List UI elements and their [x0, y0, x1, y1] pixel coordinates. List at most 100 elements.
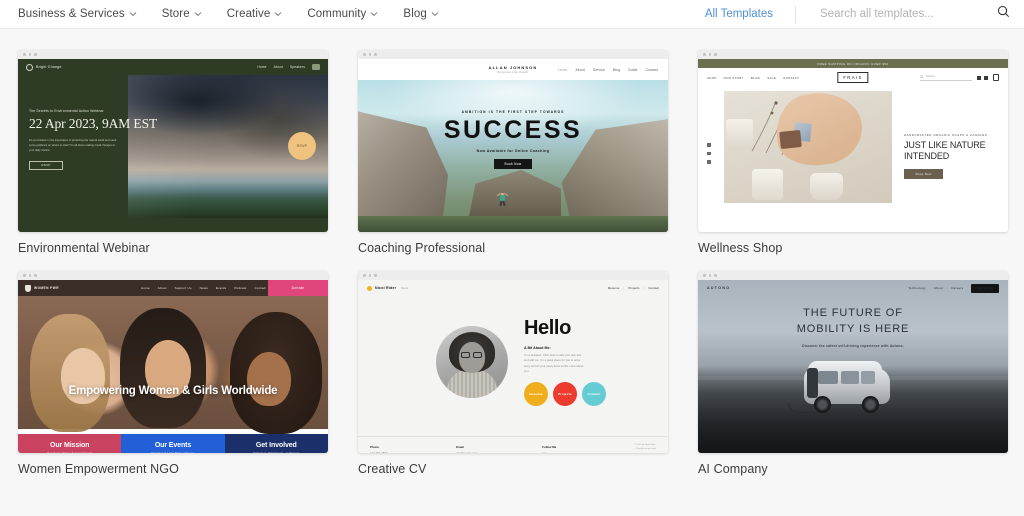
nav-item-business-services[interactable]: Business & Services	[18, 8, 137, 20]
nav-item-label: Creative	[226, 8, 271, 20]
chrome-dot	[703, 53, 706, 56]
chrome-dot	[368, 53, 371, 56]
preview-nav-item: Technology	[908, 286, 926, 290]
hero-headline-line-2: MOBILITY IS HERE	[796, 322, 910, 335]
dot-icon	[367, 285, 372, 291]
preview-nav-item: Blog	[612, 67, 621, 72]
charging-cable	[788, 403, 814, 413]
template-grid: Bright Change Home About Speakers The Se…	[18, 29, 1024, 476]
soap-bar	[779, 129, 802, 150]
hero-section: HANDCRAFTED ORGANIC SOAPS & CANDLES JUST…	[698, 87, 1008, 209]
browser-chrome-bar	[698, 50, 1008, 59]
footer-value: info@mysite.com	[456, 450, 478, 454]
template-caption: AI Company	[698, 462, 768, 476]
brand-tagline: Personal Life Coach	[497, 71, 529, 75]
chrome-dot	[374, 53, 377, 56]
footer-label: Phone	[370, 444, 379, 449]
preview-nav-item: Podcast	[234, 286, 247, 290]
chrome-dot	[34, 53, 37, 56]
preview-nav-item: CONTACT	[783, 75, 800, 80]
shop-now-button: Shop Now	[904, 169, 943, 180]
cta-bar-subtitle: Register & Help Make Change	[151, 450, 195, 454]
preview-nav-item: Resume	[607, 286, 620, 290]
hero-copy: AMBITION IS THE FIRST STEP TOWARDS SUCCE…	[358, 110, 668, 169]
chrome-dot	[363, 274, 366, 277]
leaf-icon	[26, 63, 33, 71]
book-now-button: Book Now	[494, 158, 532, 169]
template-card-ai-company[interactable]: AUTONO Technology About Careers Subscrib…	[698, 271, 1008, 453]
template-card-coaching-professional[interactable]: ALLAN JOHNSON Personal Life Coach Home A…	[358, 50, 668, 232]
template-caption: Creative CV	[358, 462, 427, 476]
search-icon[interactable]	[997, 5, 1010, 23]
template-preview: Bright Change Home About Speakers The Se…	[18, 59, 328, 232]
brand-name: WOMEN PWR	[34, 286, 59, 290]
nav-item-label: Community	[307, 8, 367, 20]
nav-item-creative[interactable]: Creative	[227, 8, 282, 20]
preview-nav-item: About	[933, 286, 943, 290]
hero-copy: THE FUTURE OF MOBILITY IS HERE Discover …	[698, 306, 1008, 348]
nav-item-label: Blog	[403, 8, 427, 20]
hero-subhead: Now Available for Online Coaching	[476, 148, 550, 153]
hero-headline: Hello	[524, 316, 571, 339]
preview-nav-item: OUR STORY	[723, 75, 744, 80]
preview-nav-item: Events	[215, 286, 227, 290]
preview-nav: Bright Change Home About Speakers	[18, 59, 328, 75]
template-card-creative-cv[interactable]: Nicol Rider Demo Resume | Projects | Con…	[358, 271, 668, 453]
cta-circles: Resume Projects Contact	[524, 382, 606, 407]
nav-item-store[interactable]: Store	[161, 8, 202, 20]
all-templates-link[interactable]: All Templates	[705, 8, 795, 20]
footer-note-line: Proudly created with Wix.com	[636, 448, 656, 453]
preview-nav-items: Home About Speakers	[257, 64, 320, 70]
nav-item-blog[interactable]: Blog	[403, 8, 439, 20]
browser-chrome-bar	[358, 50, 668, 59]
template-card-women-empowerment-ngo[interactable]: WOMEN PWR Home About Support Us News Eve…	[18, 271, 328, 453]
rsvp-badge: RSVP	[288, 132, 316, 160]
hero-kicker: AMBITION IS THE FIRST STEP TOWARDS	[461, 110, 565, 114]
search-box[interactable]	[796, 5, 1010, 23]
browser-chrome-bar	[18, 50, 328, 59]
globe-icon	[984, 75, 988, 80]
preview-nav: WOMEN PWR Home About Support Us News Eve…	[18, 280, 328, 296]
chevron-down-icon	[370, 10, 378, 17]
preview-nav: ALLAN JOHNSON Personal Life Coach Home A…	[358, 59, 668, 80]
preview-nav-item: Speakers	[289, 65, 305, 69]
cta-circle-projects: Projects	[553, 382, 577, 407]
facebook-icon	[707, 143, 711, 147]
preview-nav-items: Resume | Projects | Contact	[608, 286, 659, 290]
preview-nav-item: Contact	[645, 67, 658, 72]
template-cell: WOMEN PWR Home About Support Us News Eve…	[18, 271, 328, 476]
preview-nav: SHOP OUR STORY BLOG SALE CONTACT FRAIS S…	[698, 68, 1008, 87]
preview-nav-item: Contact	[254, 286, 267, 290]
cta-bar-title: Our Events	[154, 441, 192, 449]
cta-bars: Our Mission Our Goal, Vision & Commitmen…	[18, 434, 328, 453]
cart-icon	[993, 74, 999, 81]
cta-circle-resume: Resume	[524, 382, 548, 407]
template-card-wellness-shop[interactable]: FREE SHIPPING ON ORGANIC OVER $50 SHOP O…	[698, 50, 1008, 232]
hero-copy: Hello A Bit About Me: I'm a designer. Cl…	[524, 316, 606, 407]
search-input[interactable]	[820, 8, 997, 20]
cta-bar-our-mission: Our Mission Our Goal, Vision & Commitmen…	[18, 434, 122, 453]
social-icons: in f	[542, 450, 547, 454]
instagram-icon	[707, 151, 711, 155]
cta-bar-our-events: Our Events Register & Help Make Change	[121, 434, 225, 454]
preview-nav-item: Home	[140, 286, 150, 290]
template-cell: FREE SHIPPING ON ORGANIC OVER $50 SHOP O…	[698, 50, 1008, 255]
preview-nav-item: News	[199, 286, 208, 290]
preview-nav-items: Technology About Careers Subscribe	[908, 283, 999, 293]
template-card-environmental-webinar[interactable]: Bright Change Home About Speakers The Se…	[18, 50, 328, 232]
brand-logo: Nicol Rider Demo	[367, 285, 408, 291]
cta-bar-get-involved: Get Involved Volunteer, Participate, or …	[224, 434, 328, 453]
browser-chrome-bar	[358, 271, 668, 280]
chrome-dot	[714, 274, 717, 277]
top-navbar: Business & Services Store Creative Commu…	[0, 0, 1024, 29]
primary-nav: Business & Services Store Creative Commu…	[0, 8, 439, 20]
account-icons	[977, 75, 988, 80]
nav-item-community[interactable]: Community	[307, 8, 378, 20]
chrome-dot	[34, 274, 37, 277]
avatar	[312, 64, 320, 70]
preview-nav-item: About	[575, 67, 585, 72]
avatar	[436, 325, 508, 398]
women-group-photo	[18, 296, 328, 434]
nav-item-label: Store	[161, 8, 190, 20]
hero-headline-line-1: THE FUTURE OF	[803, 307, 903, 319]
